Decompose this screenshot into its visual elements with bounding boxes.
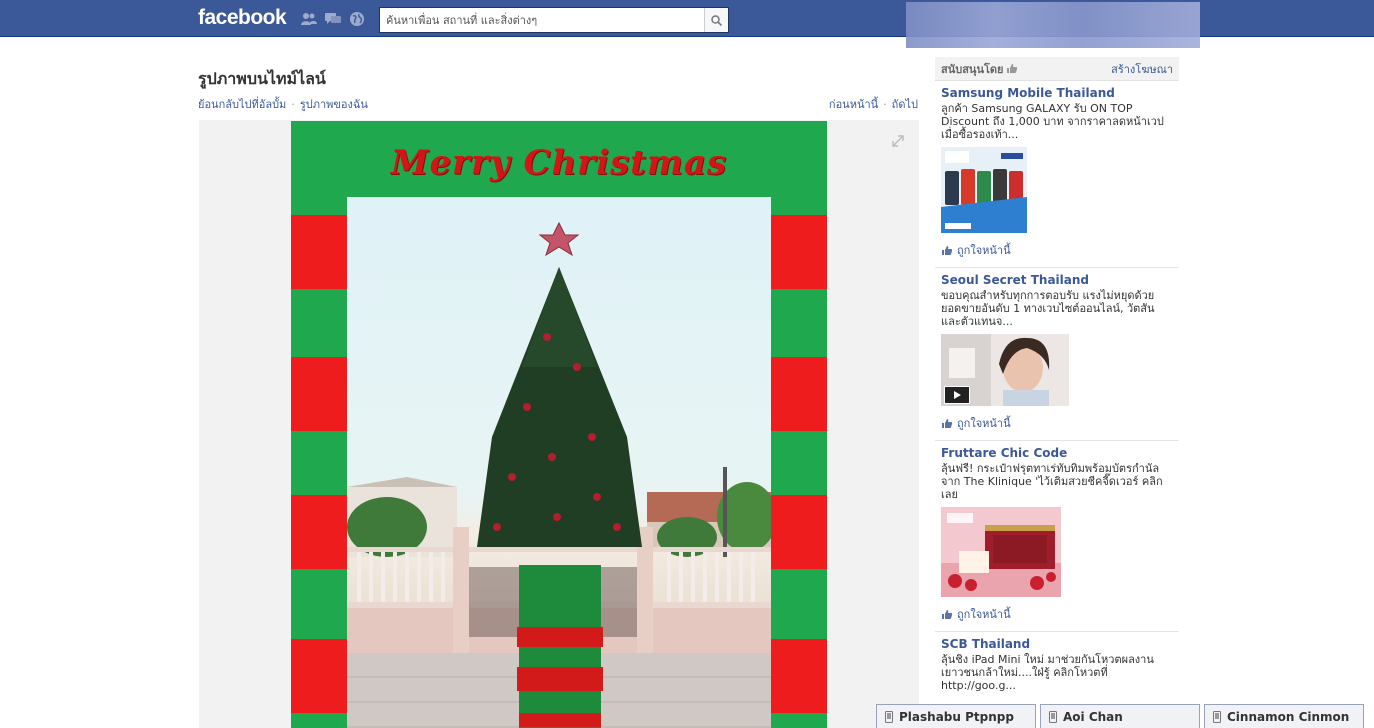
like-thumb-icon (942, 609, 953, 619)
separator-dot: · (883, 97, 887, 111)
merry-christmas-caption: Merry Christmas (390, 143, 728, 183)
like-label: ถูกใจหน้านี้ (957, 417, 1011, 430)
ad-image-samsung[interactable] (941, 147, 1027, 233)
search-box (379, 7, 729, 33)
page-title: รูปภาพบนไทม์ไลน์ (198, 69, 326, 88)
my-photos-link[interactable]: รูปภาพของฉัน (300, 95, 368, 113)
search-button[interactable] (704, 8, 728, 32)
expand-icon[interactable] (891, 134, 905, 151)
sponsored-label: สนับสนุนโดย (941, 62, 1004, 76)
ad-fruttare[interactable]: Fruttare Chic Code ลุ้นฟรี! กระเป๋าฟรุตท… (935, 441, 1179, 632)
mobile-icon (1213, 710, 1221, 723)
sponsored-sidebar: สนับสนุนโดย สร้างโฆษณา Samsung Mobile Th… (935, 57, 1179, 700)
ad-title[interactable]: Seoul Secret Thailand (941, 273, 1173, 287)
blurred-profile-area (906, 2, 1200, 48)
ad-video-thumbnail[interactable] (941, 334, 1069, 406)
play-icon (954, 391, 961, 399)
ad-samsung[interactable]: Samsung Mobile Thailand ลูกค้า Samsung G… (935, 81, 1179, 268)
thumbs-icon (1007, 64, 1018, 73)
separator-dot: · (291, 97, 295, 111)
chat-tab-plashabu[interactable]: Plashabu Ptpnpp (876, 704, 1036, 728)
play-button[interactable] (944, 386, 970, 404)
notifications-globe-icon[interactable] (348, 11, 366, 27)
search-icon (711, 14, 722, 26)
like-page-link[interactable]: ถูกใจหน้านี้ (941, 414, 1173, 432)
chat-tab-name: Aoi Chan (1063, 709, 1123, 724)
ad-image-fruttare[interactable] (941, 507, 1061, 597)
messages-icon[interactable] (324, 11, 342, 27)
chat-tab-cinnamon[interactable]: Cinnamon Cinmon (1204, 704, 1364, 728)
next-link[interactable]: ถัดไป (892, 95, 918, 113)
search-input[interactable] (380, 8, 704, 32)
like-thumb-icon (942, 245, 953, 255)
ad-title[interactable]: Samsung Mobile Thailand (941, 86, 1173, 100)
ad-body[interactable]: ลุ้นฟรี! กระเป๋าฟรุตทาเร่ทับทิมพร้อมบัตร… (941, 462, 1173, 501)
christmas-tree-scene (347, 197, 771, 728)
like-thumb-icon (942, 418, 953, 428)
photo-pager: ก่อนหน้านี้ · ถัดไป (829, 95, 918, 113)
christmas-photo: Merry Christmas (291, 121, 827, 728)
chat-tab-aoi-chan[interactable]: Aoi Chan (1040, 704, 1200, 728)
mobile-icon (1049, 710, 1057, 723)
sponsored-header: สนับสนุนโดย สร้างโฆษณา (935, 57, 1179, 81)
previous-link[interactable]: ก่อนหน้านี้ (829, 95, 878, 113)
like-label: ถูกใจหน้านี้ (957, 244, 1011, 257)
chat-tab-bar: Plashabu Ptpnpp Aoi Chan Cinnamon Cinmon (874, 704, 1374, 728)
notification-jewels (300, 11, 366, 27)
ad-body[interactable]: ลูกค้า Samsung GALAXY รับ ON TOP Discoun… (941, 102, 1173, 141)
ad-seoul-secret[interactable]: Seoul Secret Thailand ขอบคุณสำหรับทุกการ… (935, 268, 1179, 441)
back-to-album-link[interactable]: ย้อนกลับไปที่อัลบั้ม (198, 95, 286, 113)
mobile-icon (885, 710, 893, 723)
facebook-logo[interactable]: facebook (198, 6, 287, 30)
ad-scb[interactable]: SCB Thailand ลุ้นชิง iPad Mini ใหม่ มาช่… (935, 632, 1179, 700)
chat-tab-name: Cinnamon Cinmon (1227, 709, 1350, 724)
like-page-link[interactable]: ถูกใจหน้านี้ (941, 241, 1173, 259)
like-label: ถูกใจหน้านี้ (957, 608, 1011, 621)
ad-body[interactable]: ลุ้นชิง iPad Mini ใหม่ มาช่วยกันโหวตผลงา… (941, 653, 1173, 692)
breadcrumb: ย้อนกลับไปที่อัลบั้ม · รูปภาพของฉัน (198, 95, 368, 113)
ad-body[interactable]: ขอบคุณสำหรับทุกการตอบรับ แรงไม่หยุดด้วยย… (941, 289, 1173, 328)
chat-tab-name: Plashabu Ptpnpp (899, 709, 1014, 724)
create-ad-link[interactable]: สร้างโฆษณา (1111, 60, 1173, 78)
ad-title[interactable]: SCB Thailand (941, 637, 1173, 651)
like-page-link[interactable]: ถูกใจหน้านี้ (941, 605, 1173, 623)
friend-requests-icon[interactable] (300, 11, 318, 27)
photo-viewer[interactable]: Merry Christmas (199, 120, 919, 728)
ad-title[interactable]: Fruttare Chic Code (941, 446, 1173, 460)
